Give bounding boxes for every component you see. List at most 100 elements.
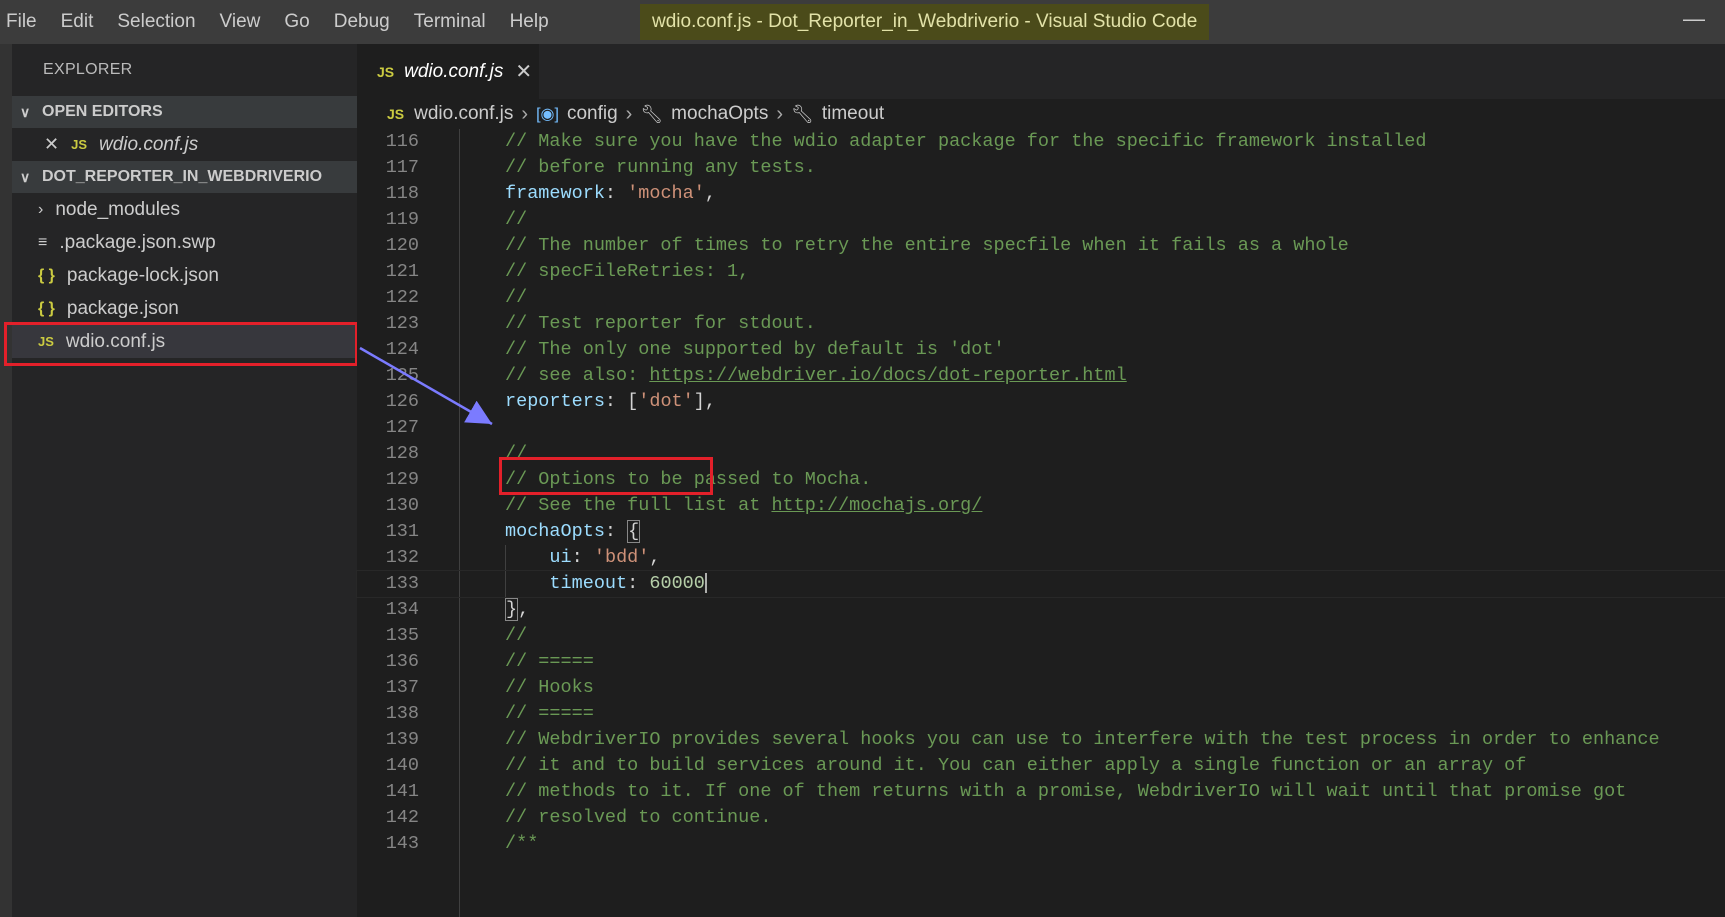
line-number: 118 — [385, 183, 419, 204]
js-icon: JS — [377, 63, 395, 80]
code-text: // before running any tests. — [505, 157, 816, 178]
menu-selection[interactable]: Selection — [105, 0, 207, 44]
highlight-box-file — [4, 322, 358, 366]
code-text: // The number of times to retry the enti… — [505, 235, 1349, 256]
line-number: 132 — [385, 547, 419, 568]
close-icon[interactable]: ✕ — [515, 59, 532, 84]
js-icon: JS — [387, 106, 405, 122]
tree-item-label: package.json — [66, 297, 179, 319]
line-number: 120 — [385, 235, 419, 256]
tree-item-package-json-swp[interactable]: ≡ .package.json.swp — [12, 226, 357, 259]
line-number: 140 — [385, 755, 419, 776]
line-number: 137 — [385, 677, 419, 698]
code-text: // See the full list at http://mochajs.o… — [505, 495, 983, 516]
code-line: 116 // Make sure you have the wdio adapte… — [357, 129, 1725, 155]
object-symbol-icon: [◉] — [536, 106, 559, 123]
lines-file-icon: ≡ — [38, 233, 48, 251]
code-line: 142 // resolved to continue. — [357, 805, 1725, 831]
code-line: 120 // The number of times to retry the e… — [357, 233, 1725, 259]
activity-bar — [0, 44, 12, 917]
open-editor-name: wdio.conf.js — [99, 133, 199, 155]
chevron-down-icon: ∨ — [20, 104, 31, 120]
js-icon: JS — [71, 137, 87, 152]
chevron-right-icon: › — [521, 102, 529, 125]
line-number: 127 — [385, 417, 419, 438]
code-line: 139 // WebdriverIO provides several hooks… — [357, 727, 1725, 753]
close-icon[interactable]: ✕ — [44, 134, 59, 155]
chevron-down-icon: ∨ — [20, 169, 31, 185]
line-number: 129 — [385, 469, 419, 490]
menu-debug[interactable]: Debug — [322, 0, 402, 44]
line-number: 135 — [385, 625, 419, 646]
explorer-sidebar: EXPLORER ∨ OPEN EDITORS ✕ JS wdio.conf.j… — [12, 44, 357, 917]
code-text: mochaOpts: { — [505, 520, 641, 543]
code-text: reporters: ['dot'], — [505, 391, 716, 412]
code-line: 125 // see also: https://webdriver.io/doc… — [357, 363, 1725, 389]
code-text: // — [505, 625, 528, 646]
tree-item-node-modules[interactable]: › node_modules — [12, 193, 357, 226]
tree-item-package-lock-json[interactable]: { } package-lock.json — [12, 259, 357, 292]
menu-edit[interactable]: Edit — [49, 0, 106, 44]
line-number: 139 — [385, 729, 419, 750]
menu-view[interactable]: View — [208, 0, 273, 44]
breadcrumb-mochaopts[interactable]: mochaOpts — [671, 103, 768, 125]
open-editors-label: OPEN EDITORS — [42, 103, 163, 120]
line-number: 122 — [385, 287, 419, 308]
menu-bar: File Edit Selection View Go Debug Termin… — [0, 0, 561, 44]
code-line: 123 // Test reporter for stdout. — [357, 311, 1725, 337]
line-number: 119 — [385, 209, 419, 230]
tree-item-package-json[interactable]: { } package.json — [12, 292, 357, 325]
menu-terminal[interactable]: Terminal — [402, 0, 498, 44]
tab-wdio-conf-js[interactable]: JS wdio.conf.js ✕ — [357, 44, 539, 99]
wrench-icon: 🔧︎ — [791, 103, 814, 124]
code-text: // — [505, 209, 528, 230]
code-line: 121 // specFileRetries: 1, — [357, 259, 1725, 285]
code-text: // Make sure you have the wdio adapter p… — [505, 131, 1427, 152]
open-editor-item[interactable]: ✕ JS wdio.conf.js — [12, 128, 357, 161]
project-section[interactable]: ∨ DOT_REPORTER_IN_WEBDRIVERIO — [12, 161, 357, 193]
code-text: }, — [505, 598, 530, 621]
json-icon: { } — [38, 266, 55, 284]
code-text: // Test reporter for stdout. — [505, 313, 816, 334]
code-text: framework: 'mocha', — [505, 183, 716, 204]
breadcrumb-file[interactable]: wdio.conf.js — [414, 103, 513, 125]
chevron-right-icon: › — [38, 200, 44, 218]
breadcrumb-timeout[interactable]: timeout — [822, 103, 884, 125]
code-editor[interactable]: 116 // Make sure you have the wdio adapte… — [356, 129, 1725, 917]
menu-file[interactable]: File — [6, 0, 49, 44]
code-line: 135 // — [357, 623, 1725, 649]
code-line: 143 /** — [357, 831, 1725, 857]
tab-label: wdio.conf.js — [404, 60, 504, 82]
code-line: 140 // it and to build services around it… — [357, 753, 1725, 779]
code-text: ui: 'bdd', — [549, 547, 661, 568]
line-number: 133 — [385, 573, 419, 594]
code-line-current: 133 timeout: 60000 — [356, 570, 1725, 598]
line-number: 131 — [385, 521, 419, 542]
breadcrumb-config[interactable]: config — [567, 103, 618, 125]
explorer-title: EXPLORER — [43, 61, 133, 78]
code-text: // The only one supported by default is … — [505, 339, 1005, 360]
line-number: 124 — [385, 339, 419, 360]
wrench-icon: 🔧︎ — [640, 103, 664, 124]
code-text: // ===== — [505, 651, 594, 672]
code-line: 119 // — [357, 207, 1725, 233]
editor-area: JS wdio.conf.js ✕ JS wdio.conf.js › [◉] … — [356, 44, 1725, 917]
chevron-right-icon: › — [776, 102, 783, 125]
menu-help[interactable]: Help — [498, 0, 561, 44]
minimize-button[interactable]: — — [1683, 6, 1705, 32]
line-number: 130 — [385, 495, 419, 516]
code-text: // ===== — [505, 703, 594, 724]
line-number: 138 — [385, 703, 419, 724]
code-line: 138 // ===== — [357, 701, 1725, 727]
line-number: 123 — [385, 313, 419, 334]
breadcrumb: JS wdio.conf.js › [◉] config › 🔧︎ mochaO… — [357, 99, 1725, 129]
line-number: 125 — [385, 365, 419, 386]
code-text: // methods to it. If one of them returns… — [505, 781, 1627, 802]
line-number: 126 — [385, 391, 419, 412]
line-number: 128 — [385, 443, 419, 464]
menu-go[interactable]: Go — [272, 0, 321, 44]
project-label: DOT_REPORTER_IN_WEBDRIVERIO — [42, 168, 323, 185]
code-text: // resolved to continue. — [505, 807, 772, 828]
open-editors-section[interactable]: ∨ OPEN EDITORS — [12, 96, 357, 128]
code-text: // — [505, 287, 528, 308]
